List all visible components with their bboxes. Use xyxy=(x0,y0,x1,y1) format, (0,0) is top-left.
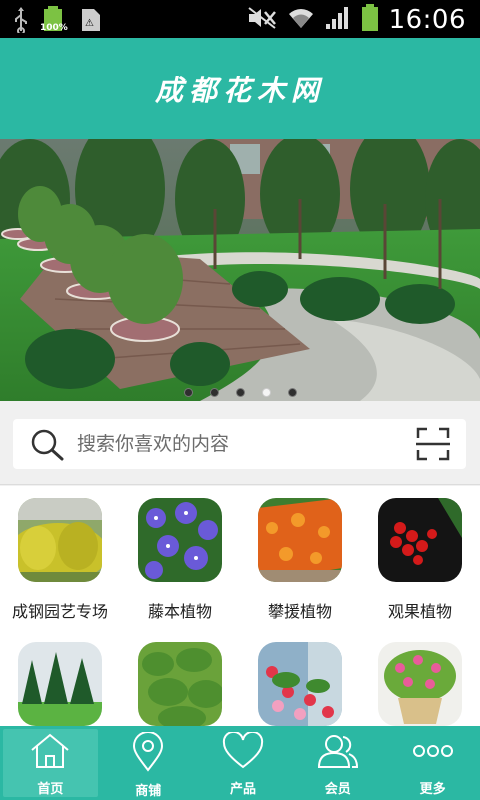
category-thumbnail xyxy=(378,642,462,726)
tab-label: 商铺 xyxy=(135,784,162,799)
category-grid: 成钢园艺专场 藤本植物 攀援植物 观果植物 xyxy=(0,486,480,726)
tab-more[interactable]: 更多 xyxy=(385,726,480,800)
tab-label: 会员 xyxy=(324,782,351,797)
tab-products[interactable]: 产品 xyxy=(196,726,291,800)
category-label: 藤本植物 xyxy=(147,602,212,621)
sim-icon: ⚠ xyxy=(80,7,102,37)
search-section xyxy=(0,401,480,485)
carousel-indicators xyxy=(0,388,480,397)
battery-full-icon: 100% xyxy=(40,6,68,38)
search-box[interactable] xyxy=(13,419,466,469)
category-thumbnail xyxy=(138,642,222,726)
category-item[interactable]: 成钢园艺专场 xyxy=(0,498,120,622)
carousel-dot[interactable] xyxy=(183,388,193,397)
category-item[interactable]: 攀援植物 xyxy=(240,498,360,622)
scan-icon[interactable] xyxy=(416,427,450,465)
carousel-dot[interactable] xyxy=(287,388,297,397)
banner-carousel[interactable] xyxy=(0,139,480,401)
status-bar: 100% ⚠ 16:06 xyxy=(0,0,480,38)
carousel-dot[interactable] xyxy=(209,388,219,397)
battery-icon xyxy=(361,4,379,36)
search-input[interactable] xyxy=(77,419,397,469)
usb-icon xyxy=(14,7,28,37)
category-thumbnail xyxy=(18,642,102,726)
tab-home[interactable]: 首页 xyxy=(3,729,98,797)
category-label: 观果植物 xyxy=(387,602,452,621)
tab-label: 更多 xyxy=(419,782,446,797)
wifi-icon xyxy=(287,6,315,34)
category-item[interactable]: 藤本植物 xyxy=(120,498,240,622)
category-item[interactable]: 观果植物 xyxy=(360,498,480,622)
category-thumbnail xyxy=(378,498,462,582)
mute-icon xyxy=(247,6,277,34)
tab-label: 首页 xyxy=(37,782,64,797)
home-icon xyxy=(29,732,71,774)
status-time: 16:06 xyxy=(388,5,466,35)
tab-shops[interactable]: 商铺 xyxy=(101,726,196,800)
members-icon xyxy=(316,732,360,774)
tab-label: 产品 xyxy=(229,782,256,797)
location-pin-icon xyxy=(131,731,165,776)
category-thumbnail xyxy=(138,498,222,582)
search-icon xyxy=(31,429,67,465)
svg-text:⚠: ⚠ xyxy=(85,18,94,29)
bottom-tab-bar: 首页 商铺 产品 会员 更多 xyxy=(0,726,480,800)
carousel-dot[interactable] xyxy=(235,388,245,397)
app-title: 成都花木网 xyxy=(154,73,325,107)
app-header: 成都花木网 xyxy=(0,38,480,139)
category-thumbnail xyxy=(258,642,342,726)
signal-icon xyxy=(325,6,351,34)
category-label: 成钢园艺专场 xyxy=(11,602,108,621)
tab-members[interactable]: 会员 xyxy=(290,726,385,800)
carousel-dot-active[interactable] xyxy=(261,388,271,397)
category-thumbnail xyxy=(258,498,342,582)
more-icon xyxy=(411,732,455,774)
heart-icon xyxy=(222,730,264,774)
category-label: 攀援植物 xyxy=(267,602,332,621)
category-thumbnail xyxy=(18,498,102,582)
banner-image xyxy=(0,139,480,401)
